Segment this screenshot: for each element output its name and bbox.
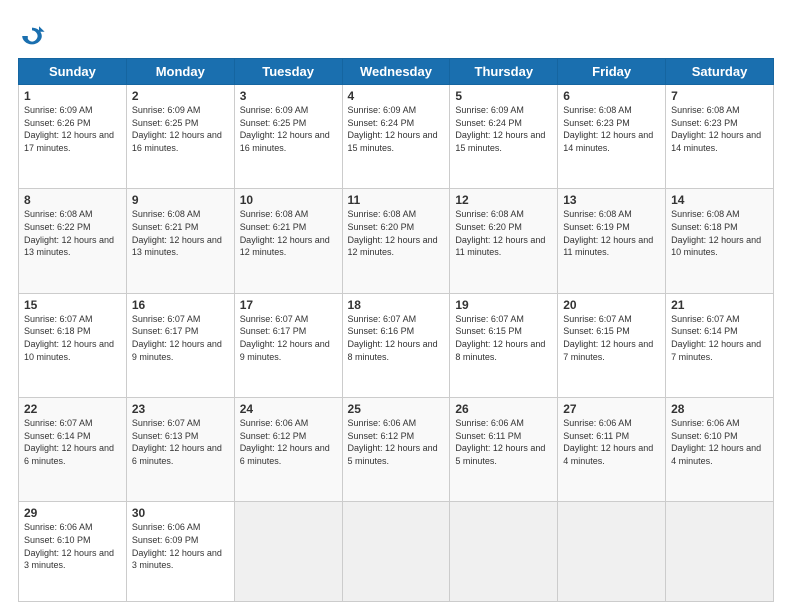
table-row: 20Sunrise: 6:07 AMSunset: 6:15 PMDayligh… [558, 293, 666, 397]
table-row: 26Sunrise: 6:06 AMSunset: 6:11 PMDayligh… [450, 398, 558, 502]
header [18, 18, 774, 50]
col-sunday: Sunday [19, 59, 127, 85]
calendar-week-5: 29Sunrise: 6:06 AMSunset: 6:10 PMDayligh… [19, 502, 774, 602]
table-row: 15Sunrise: 6:07 AMSunset: 6:18 PMDayligh… [19, 293, 127, 397]
table-row: 22Sunrise: 6:07 AMSunset: 6:14 PMDayligh… [19, 398, 127, 502]
table-row: 23Sunrise: 6:07 AMSunset: 6:13 PMDayligh… [126, 398, 234, 502]
table-row: 16Sunrise: 6:07 AMSunset: 6:17 PMDayligh… [126, 293, 234, 397]
table-row: 18Sunrise: 6:07 AMSunset: 6:16 PMDayligh… [342, 293, 450, 397]
table-row: 4Sunrise: 6:09 AMSunset: 6:24 PMDaylight… [342, 85, 450, 189]
logo [18, 22, 50, 50]
table-row: 17Sunrise: 6:07 AMSunset: 6:17 PMDayligh… [234, 293, 342, 397]
calendar-week-1: 1Sunrise: 6:09 AMSunset: 6:26 PMDaylight… [19, 85, 774, 189]
table-row: 27Sunrise: 6:06 AMSunset: 6:11 PMDayligh… [558, 398, 666, 502]
table-row: 25Sunrise: 6:06 AMSunset: 6:12 PMDayligh… [342, 398, 450, 502]
table-row [666, 502, 774, 602]
table-row [342, 502, 450, 602]
table-row [450, 502, 558, 602]
table-row: 9Sunrise: 6:08 AMSunset: 6:21 PMDaylight… [126, 189, 234, 293]
calendar-week-3: 15Sunrise: 6:07 AMSunset: 6:18 PMDayligh… [19, 293, 774, 397]
table-row: 5Sunrise: 6:09 AMSunset: 6:24 PMDaylight… [450, 85, 558, 189]
col-thursday: Thursday [450, 59, 558, 85]
col-wednesday: Wednesday [342, 59, 450, 85]
calendar-header-row: Sunday Monday Tuesday Wednesday Thursday… [19, 59, 774, 85]
table-row: 14Sunrise: 6:08 AMSunset: 6:18 PMDayligh… [666, 189, 774, 293]
table-row: 12Sunrise: 6:08 AMSunset: 6:20 PMDayligh… [450, 189, 558, 293]
calendar-week-4: 22Sunrise: 6:07 AMSunset: 6:14 PMDayligh… [19, 398, 774, 502]
table-row: 30Sunrise: 6:06 AMSunset: 6:09 PMDayligh… [126, 502, 234, 602]
col-tuesday: Tuesday [234, 59, 342, 85]
table-row: 13Sunrise: 6:08 AMSunset: 6:19 PMDayligh… [558, 189, 666, 293]
calendar-table: Sunday Monday Tuesday Wednesday Thursday… [18, 58, 774, 602]
table-row: 19Sunrise: 6:07 AMSunset: 6:15 PMDayligh… [450, 293, 558, 397]
table-row: 10Sunrise: 6:08 AMSunset: 6:21 PMDayligh… [234, 189, 342, 293]
table-row: 2Sunrise: 6:09 AMSunset: 6:25 PMDaylight… [126, 85, 234, 189]
table-row: 24Sunrise: 6:06 AMSunset: 6:12 PMDayligh… [234, 398, 342, 502]
page: Sunday Monday Tuesday Wednesday Thursday… [0, 0, 792, 612]
table-row: 8Sunrise: 6:08 AMSunset: 6:22 PMDaylight… [19, 189, 127, 293]
table-row: 28Sunrise: 6:06 AMSunset: 6:10 PMDayligh… [666, 398, 774, 502]
col-friday: Friday [558, 59, 666, 85]
table-row: 29Sunrise: 6:06 AMSunset: 6:10 PMDayligh… [19, 502, 127, 602]
col-monday: Monday [126, 59, 234, 85]
table-row: 11Sunrise: 6:08 AMSunset: 6:20 PMDayligh… [342, 189, 450, 293]
table-row [558, 502, 666, 602]
col-saturday: Saturday [666, 59, 774, 85]
table-row: 1Sunrise: 6:09 AMSunset: 6:26 PMDaylight… [19, 85, 127, 189]
calendar-week-2: 8Sunrise: 6:08 AMSunset: 6:22 PMDaylight… [19, 189, 774, 293]
table-row: 21Sunrise: 6:07 AMSunset: 6:14 PMDayligh… [666, 293, 774, 397]
table-row: 3Sunrise: 6:09 AMSunset: 6:25 PMDaylight… [234, 85, 342, 189]
table-row: 6Sunrise: 6:08 AMSunset: 6:23 PMDaylight… [558, 85, 666, 189]
table-row: 7Sunrise: 6:08 AMSunset: 6:23 PMDaylight… [666, 85, 774, 189]
general-blue-logo-icon [18, 22, 46, 50]
table-row [234, 502, 342, 602]
